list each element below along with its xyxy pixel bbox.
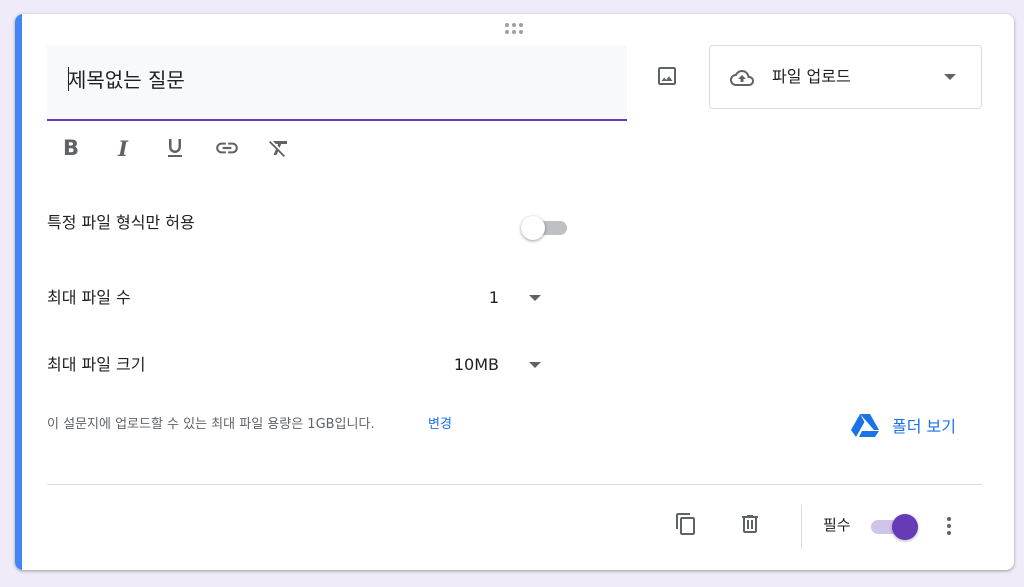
dropdown-arrow-icon <box>529 362 541 368</box>
footer-vertical-divider <box>801 505 802 549</box>
required-label: 필수 <box>823 516 851 534</box>
underline-button[interactable] <box>159 134 191 162</box>
clear-formatting-button[interactable] <box>263 134 295 162</box>
more-options-button[interactable] <box>937 510 961 542</box>
google-drive-icon <box>851 414 879 437</box>
change-limit-link[interactable]: 변경 <box>428 416 452 434</box>
dropdown-arrow-icon <box>944 74 956 80</box>
clear-formatting-icon <box>269 141 287 157</box>
add-image-button[interactable] <box>651 60 683 92</box>
footer-divider <box>47 484 982 485</box>
drag-handle[interactable] <box>505 23 525 35</box>
max-size-value: 10MB <box>453 355 499 374</box>
required-toggle[interactable] <box>871 513 921 541</box>
max-size-label: 최대 파일 크기 <box>47 355 146 374</box>
underline-icon <box>168 139 182 157</box>
view-folder-label: 폴더 보기 <box>892 417 956 436</box>
active-card-indicator <box>15 14 22 570</box>
max-files-label: 최대 파일 수 <box>47 288 131 307</box>
format-toolbar: B I <box>55 134 295 162</box>
more-vert-icon-dot <box>947 517 951 521</box>
question-card: 파일 업로드 B I 특정 파일 형식만 허용 최대 파일 수 1 최대 파 <box>15 14 1014 570</box>
duplicate-button[interactable] <box>670 508 702 540</box>
question-title-input[interactable] <box>68 65 608 95</box>
italic-button[interactable]: I <box>107 134 139 162</box>
cloud-upload-icon <box>730 70 754 86</box>
link-icon <box>216 142 238 154</box>
upload-limit-info: 이 설문지에 업로드할 수 있는 최대 파일 용량은 1GB입니다. <box>47 417 375 432</box>
copy-icon <box>676 513 695 535</box>
view-folder-link[interactable]: 폴더 보기 <box>851 411 956 439</box>
question-type-dropdown[interactable]: 파일 업로드 <box>709 45 982 109</box>
max-files-dropdown[interactable]: 1 <box>445 284 541 312</box>
more-vert-icon-dot <box>947 524 951 528</box>
dropdown-arrow-icon <box>529 295 541 301</box>
text-cursor <box>68 67 69 91</box>
delete-button[interactable] <box>734 508 766 540</box>
toggle-thumb <box>892 514 918 540</box>
specific-file-types-label: 특정 파일 형식만 허용 <box>47 213 195 232</box>
max-size-dropdown[interactable]: 10MB <box>425 351 541 379</box>
bold-button[interactable]: B <box>55 134 87 162</box>
max-files-value: 1 <box>488 288 499 307</box>
insert-link-button[interactable] <box>211 134 243 162</box>
question-type-label: 파일 업로드 <box>772 67 851 86</box>
image-icon <box>658 67 676 85</box>
toggle-thumb <box>521 216 545 240</box>
more-vert-icon-dot <box>947 531 951 535</box>
specific-file-types-toggle[interactable] <box>521 216 569 240</box>
question-title-field[interactable] <box>47 45 627 121</box>
trash-icon <box>742 515 758 533</box>
